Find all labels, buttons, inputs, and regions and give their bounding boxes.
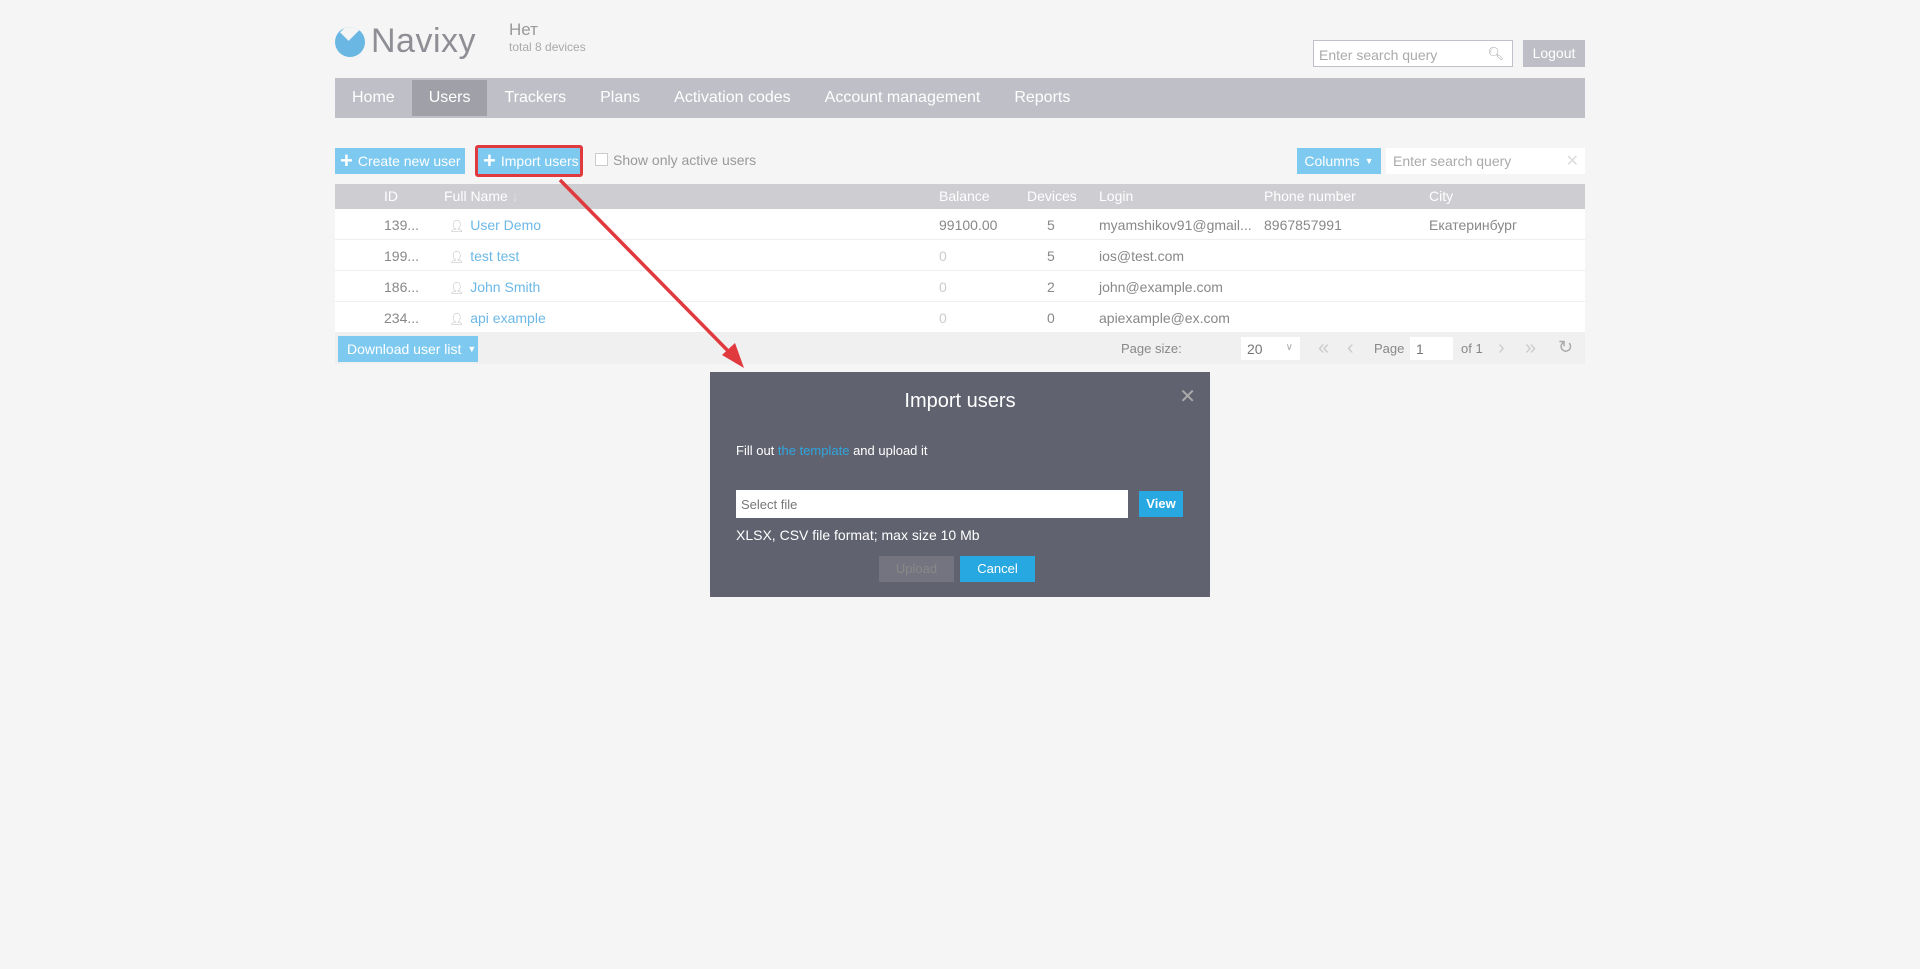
view-button[interactable]: View <box>1139 491 1183 517</box>
import-users-modal: Import users ✕ Fill out the template and… <box>710 372 1210 597</box>
desc-prefix: Fill out <box>736 443 778 458</box>
upload-button[interactable]: Upload <box>879 556 954 582</box>
modal-title: Import users <box>904 390 1016 412</box>
template-link[interactable]: the template <box>778 443 850 458</box>
modal-description: Fill out the template and upload it <box>736 443 928 458</box>
cancel-button[interactable]: Cancel <box>960 556 1035 582</box>
close-icon[interactable]: ✕ <box>1179 384 1196 409</box>
arrow-shaft <box>558 178 737 360</box>
desc-suffix: and upload it <box>849 443 928 458</box>
file-select-input[interactable]: Select file <box>736 490 1128 518</box>
file-format-note: XLSX, CSV file format; max size 10 Mb <box>736 527 980 543</box>
